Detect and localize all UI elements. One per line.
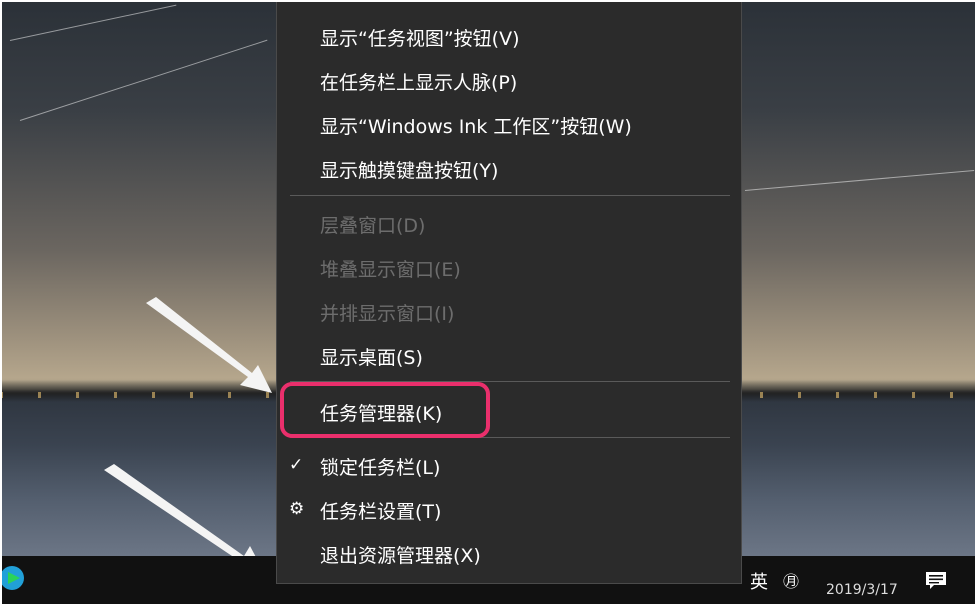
menu-item-label: 退出资源管理器(X) xyxy=(320,545,481,567)
menu-item-label: 锁定任务栏(L) xyxy=(320,457,441,479)
menu-item-label: 显示触摸键盘按钮(Y) xyxy=(320,160,499,182)
annotation-arrow xyxy=(146,297,272,393)
clock-date[interactable]: 2019/3/17 xyxy=(826,582,898,598)
menu-item-label: 堆叠显示窗口(E) xyxy=(320,259,461,281)
menu-item-show-people[interactable]: 在任务栏上显示人脉(P) xyxy=(277,58,741,102)
annotation-highlight-box xyxy=(280,382,490,438)
gear-icon: ⚙ xyxy=(289,499,305,519)
calendar-icon[interactable]: ㊊ xyxy=(783,568,799,592)
menu-item-label: 显示桌面(S) xyxy=(320,347,423,369)
menu-item-show-windows-ink[interactable]: 显示“Windows Ink 工作区”按钮(W) xyxy=(277,102,741,146)
menu-item-label: 显示“Windows Ink 工作区”按钮(W) xyxy=(320,116,632,138)
menu-item-show-desktop[interactable]: 显示桌面(S) xyxy=(277,333,741,377)
menu-item-show-task-view[interactable]: 显示“任务视图”按钮(V) xyxy=(277,14,741,58)
menu-item-cascade-windows[interactable]: 层叠窗口(D) xyxy=(277,201,741,245)
ime-indicator[interactable]: 英 xyxy=(750,568,768,594)
menu-item-show-touch-keyboard[interactable]: 显示触摸键盘按钮(Y) xyxy=(277,146,741,190)
taskbar-context-menu: 显示“任务视图”按钮(V) 在任务栏上显示人脉(P) 显示“Windows In… xyxy=(276,0,742,584)
action-center-icon[interactable] xyxy=(924,570,948,590)
menu-item-label: 层叠窗口(D) xyxy=(320,215,426,237)
menu-separator xyxy=(290,195,730,196)
checkmark-icon: ✓ xyxy=(289,455,304,475)
menu-item-exit-explorer[interactable]: 退出资源管理器(X) xyxy=(277,531,741,575)
menu-item-label: 任务栏设置(T) xyxy=(320,501,442,523)
app-icon[interactable] xyxy=(0,560,30,596)
menu-item-label: 显示“任务视图”按钮(V) xyxy=(320,28,520,50)
menu-item-lock-taskbar[interactable]: ✓ 锁定任务栏(L) xyxy=(277,443,741,487)
menu-item-taskbar-settings[interactable]: ⚙ 任务栏设置(T) xyxy=(277,487,741,531)
menu-item-side-by-side[interactable]: 并排显示窗口(I) xyxy=(277,289,741,333)
menu-item-stack-windows[interactable]: 堆叠显示窗口(E) xyxy=(277,245,741,289)
menu-item-label: 并排显示窗口(I) xyxy=(320,303,455,325)
menu-item-label: 在任务栏上显示人脉(P) xyxy=(320,72,518,94)
